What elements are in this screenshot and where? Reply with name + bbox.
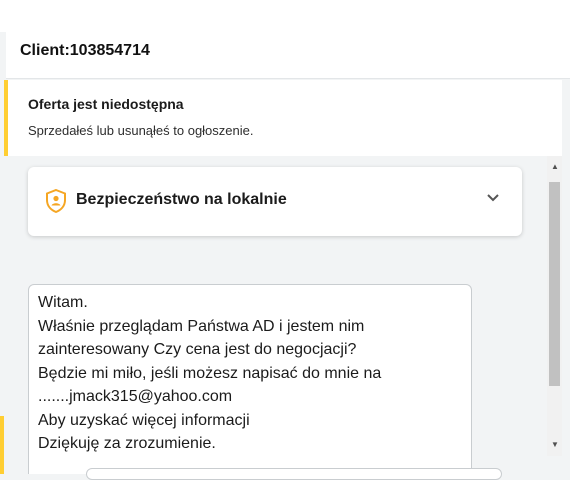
safety-accordion[interactable]: Bezpieczeństwo na lokalnie xyxy=(28,167,522,236)
message-line: Właśnie przeglądam Państwa AD i jestem n… xyxy=(38,317,365,335)
scrollbar-thumb[interactable] xyxy=(549,182,560,386)
client-header: Client:103854714 xyxy=(6,32,570,79)
message-line: .......jmack315@yahoo.com xyxy=(38,388,233,405)
offer-notice-title: Oferta jest niedostępna xyxy=(28,96,184,112)
client-id: Client:103854714 xyxy=(20,42,150,59)
offer-notice-subtitle: Sprzedałeś lub usunąłeś to ogłoszenie. xyxy=(28,123,254,138)
message-line: Aby uzyskać więcej informacji xyxy=(38,411,250,429)
scroll-up-arrow-icon[interactable]: ▲ xyxy=(551,162,559,171)
active-indicator xyxy=(0,416,4,474)
top-bar xyxy=(0,0,570,32)
message-line: Będzie mi miło, jeśli możesz napisać do … xyxy=(38,364,382,382)
message-line: Witam. xyxy=(38,294,88,311)
conversation-area[interactable]: Bezpieczeństwo na lokalnie Witam. Właśni… xyxy=(6,156,547,474)
offer-unavailable-notice: Oferta jest niedostępna Sprzedałeś lub u… xyxy=(4,80,562,156)
reply-input[interactable] xyxy=(86,468,502,480)
shield-user-icon xyxy=(46,189,66,213)
message-line: zainteresowany Czy cena jest do negocjac… xyxy=(38,341,357,358)
chevron-down-icon[interactable] xyxy=(486,193,500,203)
chat-scrollbar[interactable]: ▲ ▼ xyxy=(547,156,562,456)
safety-accordion-title: Bezpieczeństwo na lokalnie xyxy=(76,191,287,208)
message-bubble: Witam. Właśnie przeglądam Państwa AD i j… xyxy=(28,284,472,474)
message-line: Dziękuję za zrozumienie. xyxy=(38,435,216,452)
scroll-down-arrow-icon[interactable]: ▼ xyxy=(551,440,559,449)
